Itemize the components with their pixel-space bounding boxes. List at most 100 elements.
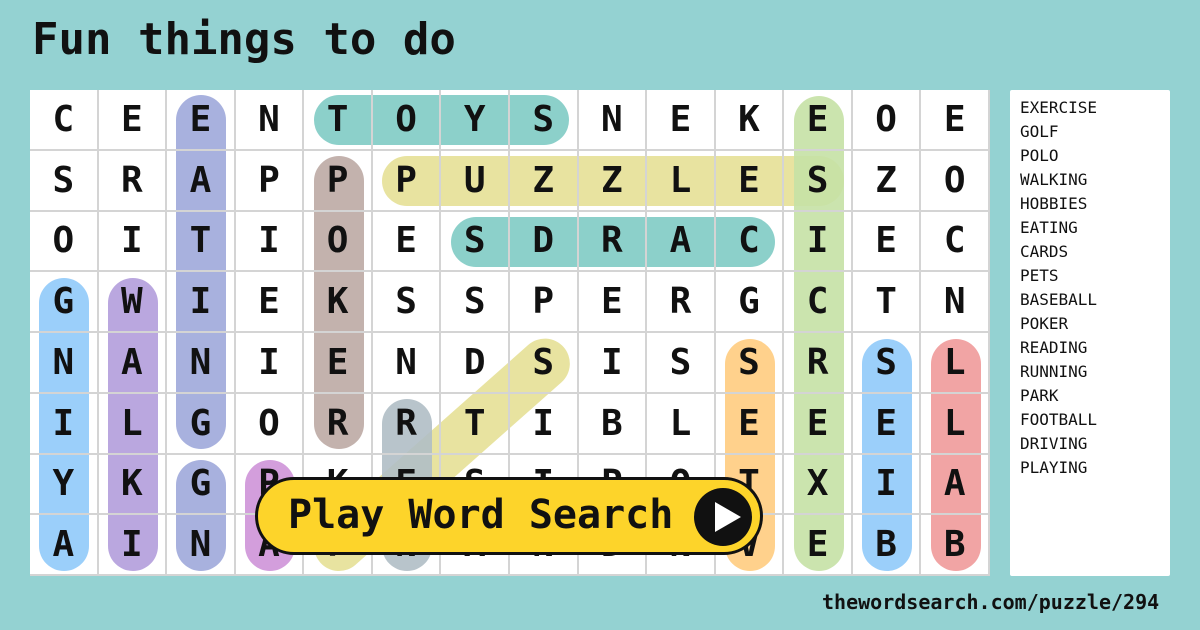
grid-cell[interactable]: K bbox=[715, 90, 785, 151]
grid-cell[interactable]: D bbox=[441, 333, 510, 394]
grid-cell[interactable]: K bbox=[304, 272, 373, 333]
grid-cell[interactable]: A bbox=[921, 454, 990, 516]
grid-cell[interactable]: I bbox=[98, 515, 168, 576]
grid-cell[interactable]: Z bbox=[852, 150, 922, 212]
grid-cell[interactable]: T bbox=[441, 393, 510, 455]
grid-cell[interactable]: B bbox=[578, 393, 648, 455]
grid-cell[interactable]: D bbox=[509, 211, 579, 273]
grid-cell[interactable]: I bbox=[852, 454, 922, 516]
grid-cell[interactable]: X bbox=[784, 454, 853, 516]
grid-cell[interactable]: A bbox=[98, 333, 168, 394]
grid-cell[interactable]: N bbox=[921, 272, 990, 333]
grid-cell[interactable]: E bbox=[235, 272, 305, 333]
grid-cell[interactable]: Z bbox=[509, 150, 579, 212]
grid-cell[interactable]: B bbox=[921, 515, 990, 576]
grid-cell[interactable]: I bbox=[509, 393, 579, 455]
grid-cell[interactable]: N bbox=[167, 333, 236, 394]
grid-cell[interactable]: I bbox=[235, 211, 305, 273]
grid-cell[interactable]: W bbox=[98, 272, 168, 333]
grid-cell[interactable]: G bbox=[167, 454, 236, 516]
grid-cell[interactable]: E bbox=[98, 90, 168, 151]
grid-cell[interactable]: R bbox=[372, 393, 442, 455]
grid-cell[interactable]: P bbox=[304, 150, 373, 212]
grid-cell[interactable]: N bbox=[30, 333, 99, 394]
grid-cell[interactable]: N bbox=[167, 515, 236, 576]
grid-cell[interactable]: I bbox=[30, 393, 99, 455]
grid-cell[interactable]: E bbox=[784, 515, 853, 576]
grid-cell[interactable]: R bbox=[98, 150, 168, 212]
grid-cell[interactable]: E bbox=[167, 90, 236, 151]
grid-cell[interactable]: G bbox=[30, 272, 99, 333]
grid-cell[interactable]: S bbox=[441, 272, 510, 333]
grid-cell[interactable]: S bbox=[784, 150, 853, 212]
grid-cell[interactable]: S bbox=[715, 333, 785, 394]
grid-cell[interactable]: R bbox=[784, 333, 853, 394]
grid-cell[interactable]: O bbox=[372, 90, 442, 151]
grid-cell[interactable]: G bbox=[715, 272, 785, 333]
grid-cell[interactable]: C bbox=[715, 211, 785, 273]
grid-cell[interactable]: E bbox=[578, 272, 648, 333]
grid-cell[interactable]: G bbox=[167, 393, 236, 455]
grid-cell[interactable]: T bbox=[167, 211, 236, 273]
grid-cell[interactable]: S bbox=[852, 333, 922, 394]
grid-cell[interactable]: R bbox=[578, 211, 648, 273]
grid-cell[interactable]: N bbox=[578, 90, 648, 151]
grid-cell[interactable]: O bbox=[304, 211, 373, 273]
grid-cell[interactable]: Z bbox=[578, 150, 648, 212]
grid-cell[interactable]: I bbox=[578, 333, 648, 394]
grid-cell[interactable]: S bbox=[372, 272, 442, 333]
grid-cell[interactable]: L bbox=[647, 150, 716, 212]
grid-cell[interactable]: S bbox=[30, 150, 99, 212]
puzzle-url[interactable]: thewordsearch.com/puzzle/294 bbox=[822, 590, 1159, 614]
word-list-item: PLAYING bbox=[1020, 458, 1088, 477]
grid-cell[interactable]: R bbox=[304, 393, 373, 455]
grid-cell[interactable]: E bbox=[852, 393, 922, 455]
grid-cell[interactable]: S bbox=[509, 333, 579, 394]
grid-cell[interactable]: U bbox=[441, 150, 510, 212]
grid-cell[interactable]: E bbox=[304, 333, 373, 394]
grid-cell[interactable]: O bbox=[921, 150, 990, 212]
grid-cell[interactable]: L bbox=[921, 333, 990, 394]
grid-cell[interactable]: A bbox=[30, 515, 99, 576]
grid-cell[interactable]: L bbox=[921, 393, 990, 455]
word-list-item: DRIVING bbox=[1020, 434, 1088, 453]
grid-cell[interactable]: O bbox=[852, 90, 922, 151]
grid-cell[interactable]: O bbox=[235, 393, 305, 455]
grid-cell[interactable]: T bbox=[304, 90, 373, 151]
grid-cell[interactable]: P bbox=[509, 272, 579, 333]
grid-cell[interactable]: S bbox=[441, 211, 510, 273]
grid-cell[interactable]: I bbox=[167, 272, 236, 333]
grid-cell[interactable]: R bbox=[647, 272, 716, 333]
grid-cell[interactable]: C bbox=[30, 90, 99, 151]
grid-cell[interactable]: P bbox=[372, 150, 442, 212]
grid-cell[interactable]: E bbox=[784, 393, 853, 455]
grid-cell[interactable]: L bbox=[647, 393, 716, 455]
grid-cell[interactable]: B bbox=[852, 515, 922, 576]
grid-cell[interactable]: C bbox=[921, 211, 990, 273]
grid-cell[interactable]: O bbox=[30, 211, 99, 273]
grid-cell[interactable]: E bbox=[647, 90, 716, 151]
grid-cell[interactable]: I bbox=[235, 333, 305, 394]
grid-cell[interactable]: E bbox=[372, 211, 442, 273]
grid-cell[interactable]: E bbox=[784, 90, 853, 151]
grid-cell[interactable]: S bbox=[647, 333, 716, 394]
grid-cell[interactable]: A bbox=[167, 150, 236, 212]
grid-cell[interactable]: N bbox=[372, 333, 442, 394]
play-word-search-button[interactable]: Play Word Search bbox=[255, 477, 763, 555]
grid-cell[interactable]: E bbox=[852, 211, 922, 273]
grid-cell[interactable]: P bbox=[235, 150, 305, 212]
grid-cell[interactable]: A bbox=[647, 211, 716, 273]
grid-cell[interactable]: Y bbox=[441, 90, 510, 151]
grid-cell[interactable]: E bbox=[715, 150, 785, 212]
grid-cell[interactable]: T bbox=[852, 272, 922, 333]
grid-cell[interactable]: I bbox=[784, 211, 853, 273]
grid-cell[interactable]: I bbox=[98, 211, 168, 273]
grid-cell[interactable]: E bbox=[715, 393, 785, 455]
grid-cell[interactable]: S bbox=[509, 90, 579, 151]
grid-cell[interactable]: Y bbox=[30, 454, 99, 516]
grid-cell[interactable]: C bbox=[784, 272, 853, 333]
grid-cell[interactable]: K bbox=[98, 454, 168, 516]
grid-cell[interactable]: L bbox=[98, 393, 168, 455]
grid-cell[interactable]: N bbox=[235, 90, 305, 151]
grid-cell[interactable]: E bbox=[921, 90, 990, 151]
